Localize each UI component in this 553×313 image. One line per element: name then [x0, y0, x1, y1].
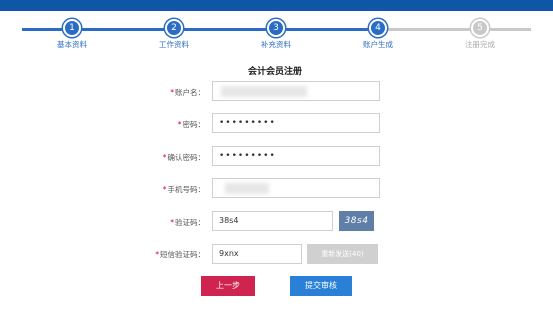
- captcha-image[interactable]: 38s4: [339, 211, 374, 231]
- required-mark: *: [155, 250, 159, 259]
- required-mark: *: [162, 185, 167, 194]
- sms-code-input[interactable]: 9xnx: [212, 244, 302, 264]
- phone-label-text: 手机号码：: [167, 185, 206, 194]
- captcha-label-text: 验证码：: [175, 218, 205, 227]
- step-4-label: 账户生成: [363, 40, 393, 49]
- phone-input[interactable]: [212, 178, 380, 198]
- step-2-circle: 2: [165, 19, 183, 37]
- step-1-circle: 1: [63, 19, 81, 37]
- step-5-label: 注册完成: [465, 40, 495, 49]
- previous-step-button[interactable]: 上一步: [201, 276, 255, 296]
- step-3: 3 补充资料: [236, 19, 316, 50]
- phone-redaction: [225, 183, 269, 194]
- confirm-password-label: *确认密码：: [95, 152, 205, 163]
- password-label-text: 密码：: [182, 120, 206, 129]
- resend-sms-button[interactable]: 重新发送(40): [307, 244, 378, 264]
- step-2-label: 工作资料: [159, 40, 189, 49]
- password-label: *密码：: [95, 119, 205, 130]
- progress-steps: 1 基本资料 2 工作资料 3 补充资料 4 账户生成 5 注册完成: [0, 11, 553, 56]
- account-label-text: 账户名：: [175, 88, 205, 97]
- form-title: 会计会员注册: [248, 67, 303, 77]
- account-input[interactable]: [212, 81, 380, 101]
- step-3-circle: 3: [267, 19, 285, 37]
- confirm-password-input[interactable]: •••••••••: [212, 146, 380, 166]
- step-1: 1 基本资料: [32, 19, 112, 50]
- step-1-label: 基本资料: [57, 40, 87, 49]
- confirm-password-label-text: 确认密码：: [167, 153, 206, 162]
- sms-code-label-text: 短信验证码：: [160, 250, 205, 259]
- required-mark: *: [177, 120, 182, 129]
- step-3-label: 补充资料: [261, 40, 291, 49]
- step-2: 2 工作资料: [134, 19, 214, 50]
- account-redaction: [221, 86, 307, 97]
- submit-review-button[interactable]: 提交审核: [290, 276, 352, 296]
- required-mark: *: [170, 88, 174, 97]
- captcha-input[interactable]: 38s4: [212, 211, 333, 231]
- step-5: 5 注册完成: [440, 19, 520, 50]
- password-input[interactable]: •••••••••: [212, 113, 380, 133]
- step-4: 4 账户生成: [338, 19, 418, 50]
- sms-code-label: *短信验证码：: [95, 249, 205, 260]
- top-bar: [0, 0, 553, 11]
- step-5-circle: 5: [471, 19, 489, 37]
- phone-label: *手机号码：: [95, 184, 205, 195]
- required-mark: *: [170, 218, 174, 227]
- captcha-label: *验证码：: [95, 217, 205, 228]
- account-label: *账户名：: [95, 87, 205, 98]
- required-mark: *: [162, 153, 167, 162]
- step-4-circle: 4: [369, 19, 387, 37]
